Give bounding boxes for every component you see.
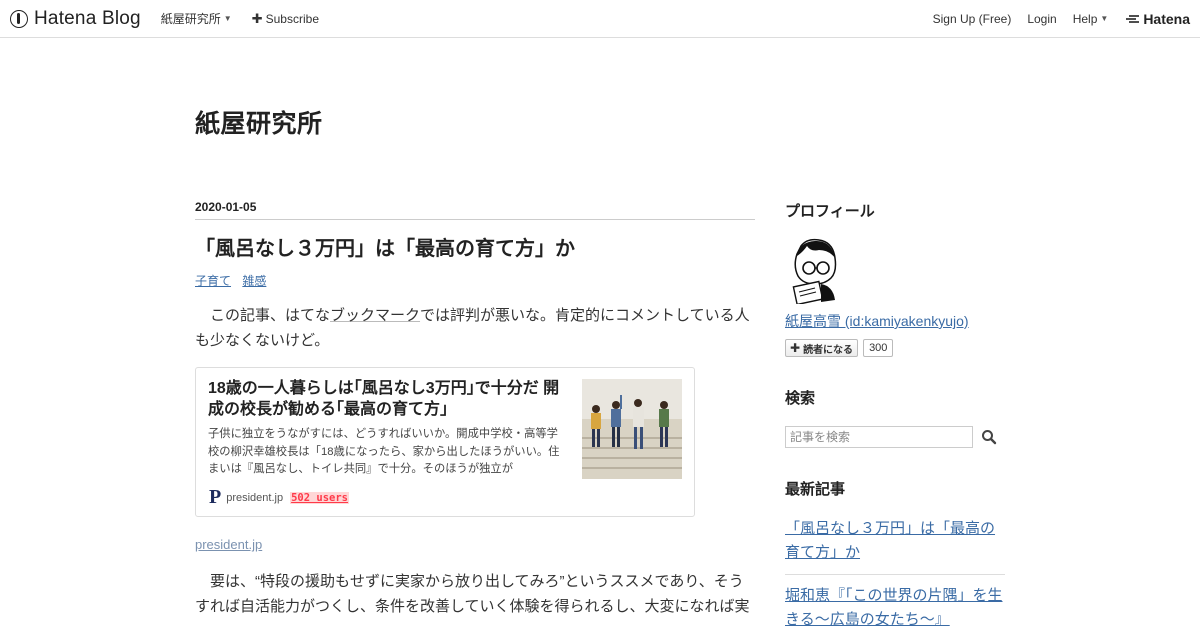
search-icon — [982, 430, 997, 445]
hatena-blog-logo[interactable]: Hatena Blog — [10, 8, 141, 30]
blog-menu-label: 紙屋研究所 — [160, 12, 221, 26]
sidebar: プロフィール 紙屋高雪 (id:kamiyakenkyujo) ✚ 読者になる … — [785, 200, 1005, 630]
recent-entry-link[interactable]: 「風呂なし３万円」は「最高の育て方」か — [785, 520, 995, 561]
recent-list: 「風呂なし３万円」は「最高の育て方」か 堀和恵『「この世界の片隅」を生きる〜広島… — [785, 517, 1005, 630]
signup-link[interactable]: Sign Up (Free) — [933, 12, 1012, 26]
reader-button-label: 読者になる — [803, 344, 854, 356]
blog-title[interactable]: 紙屋研究所 — [195, 104, 323, 140]
subscribe-button[interactable]: ✚ Subscribe — [252, 11, 319, 27]
profile-avatar[interactable] — [785, 238, 843, 306]
entry-article: 2020-01-05 「風呂なし３万円」は「最高の育て方」か 子育て 雑感 この… — [195, 200, 755, 619]
login-link[interactable]: Login — [1027, 12, 1056, 26]
hatena-blog-logo-icon — [10, 9, 28, 28]
embed-thumbnail[interactable] — [582, 379, 682, 479]
list-item: 「風呂なし３万円」は「最高の育て方」か — [785, 517, 1005, 575]
entry-date[interactable]: 2020-01-05 — [195, 200, 755, 220]
entry-paragraph: 要は、“特段の援助もせずに実家から放り出してみろ”というススメであり、そうすれば… — [195, 573, 750, 615]
caret-down-icon: ▼ — [223, 14, 232, 23]
source-link[interactable]: president.jp — [195, 537, 262, 552]
plus-icon: ✚ — [251, 10, 263, 26]
global-header-right: Sign Up (Free) Login Help ▼ Hatena — [917, 0, 1190, 37]
hatena-mark-icon — [1126, 14, 1140, 23]
global-header: Hatena Blog 紙屋研究所 ▼ ✚ Subscribe Sign Up … — [0, 0, 1200, 38]
search-row — [785, 426, 1005, 448]
hatena-blog-logo-text: Hatena Blog — [34, 7, 141, 29]
embed-footer: P president.jp 502 users — [209, 486, 349, 509]
embed-description: 子供に独立をうながすには、どうすればいいか。開成中学校・高等学校の柳沢幸雄校長は… — [208, 428, 560, 475]
search-input[interactable] — [785, 426, 973, 448]
source-link-row: president.jp — [195, 537, 755, 552]
caret-down-icon: ▼ — [1100, 14, 1109, 23]
help-label: Help — [1072, 11, 1098, 26]
plus-icon: ✚ — [790, 341, 801, 355]
help-dropdown[interactable]: Help ▼ — [1073, 12, 1109, 26]
profile-name-link[interactable]: 紙屋高雪 (id:kamiyakenkyujo) — [785, 313, 969, 329]
blog-menu-dropdown[interactable]: 紙屋研究所 ▼ — [161, 10, 232, 27]
profile-heading: プロフィール — [785, 203, 875, 220]
bookmark-users-badge[interactable]: 502 users — [290, 491, 349, 504]
embed-card[interactable]: 18歳の一人暮らしは｢風呂なし3万円｣で十分だ 開成の校長が勧める｢最高の育て方… — [195, 367, 695, 517]
search-heading: 検索 — [785, 390, 816, 407]
entry-paragraph: この記事、はてなブックマークでは評判が悪いな。肯定的にコメントしている人も少なく… — [195, 303, 755, 353]
list-item: 堀和恵『「この世界の片隅」を生きる〜広島の女たち〜』 — [785, 584, 1005, 630]
embed-site-name: president.jp — [226, 491, 284, 504]
entry-categories: 子育て 雑感 — [195, 272, 755, 289]
global-header-left: Hatena Blog 紙屋研究所 ▼ ✚ Subscribe — [10, 0, 319, 37]
category-link[interactable]: 雑感 — [242, 274, 266, 288]
president-favicon-icon: P — [209, 486, 222, 508]
profile-name: 紙屋高雪 (id:kamiyakenkyujo) — [785, 311, 1005, 331]
search-button[interactable] — [981, 429, 997, 445]
bookmark-keyword-link[interactable]: ブックマーク — [330, 307, 420, 324]
entry-paragraph-text: この記事、はてな — [210, 307, 331, 324]
hatena-logo-text: Hatena — [1143, 10, 1190, 27]
subscribe-reader-button[interactable]: ✚ 読者になる — [785, 339, 859, 357]
recent-heading: 最新記事 — [785, 481, 846, 498]
subscribe-label: Subscribe — [265, 11, 319, 26]
reader-row: ✚ 読者になる 300 — [785, 339, 1005, 357]
entry-title[interactable]: 「風呂なし３万円」は「最高の育て方」か — [195, 236, 755, 262]
recent-entry-link[interactable]: 堀和恵『「この世界の片隅」を生きる〜広島の女たち〜』 — [785, 587, 1003, 628]
category-link[interactable]: 子育て — [195, 274, 231, 288]
hatena-logo[interactable]: Hatena — [1126, 11, 1190, 27]
reader-count: 300 — [863, 339, 894, 357]
embed-title[interactable]: 18歳の一人暮らしは｢風呂なし3万円｣で十分だ 開成の校長が勧める｢最高の育て方… — [208, 378, 568, 420]
